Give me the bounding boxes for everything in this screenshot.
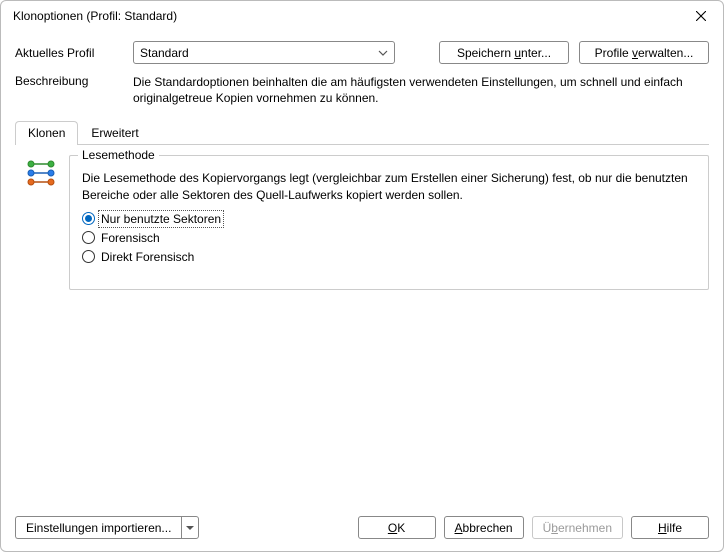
close-button[interactable] xyxy=(679,1,723,31)
import-settings-dropdown[interactable] xyxy=(181,516,199,539)
radio-direct-forensic-label: Direkt Forensisch xyxy=(99,249,196,265)
cancel-button-label: Abbrechen xyxy=(455,521,513,535)
help-button[interactable]: Hilfe xyxy=(631,516,709,539)
description-text: Die Standardoptionen beinhalten die am h… xyxy=(133,74,709,106)
radio-used-sectors[interactable]: Nur benutzte Sektoren xyxy=(82,211,696,227)
read-method-description: Die Lesemethode des Kopiervorgangs legt … xyxy=(82,170,696,202)
radio-forensic[interactable]: Forensisch xyxy=(82,230,696,246)
radio-used-sectors-label: Nur benutzte Sektoren xyxy=(99,211,223,227)
tab-advanced[interactable]: Erweitert xyxy=(78,121,151,145)
radio-forensic-label: Forensisch xyxy=(99,230,162,246)
ok-button[interactable]: OK xyxy=(358,516,436,539)
radio-indicator xyxy=(82,231,95,244)
titlebar: Klonoptionen (Profil: Standard) xyxy=(1,1,723,31)
caret-down-icon xyxy=(186,526,194,530)
cancel-button[interactable]: Abbrechen xyxy=(444,516,524,539)
ok-button-label: OK xyxy=(388,521,405,535)
read-method-legend: Lesemethode xyxy=(78,148,159,162)
manage-profiles-button[interactable]: Profile verwalten... xyxy=(579,41,709,64)
window-title: Klonoptionen (Profil: Standard) xyxy=(13,9,679,23)
save-as-button-label: Speichern unter... xyxy=(457,46,551,60)
import-settings-split-button: Einstellungen importieren... xyxy=(15,516,199,539)
tab-panel-clone: Lesemethode Die Lesemethode des Kopiervo… xyxy=(15,145,709,485)
apply-button: Übernehmen xyxy=(532,516,623,539)
read-method-group: Lesemethode Die Lesemethode des Kopiervo… xyxy=(69,155,709,290)
import-settings-button[interactable]: Einstellungen importieren... xyxy=(15,516,181,539)
dialog-footer: Einstellungen importieren... OK Abbreche… xyxy=(15,516,709,539)
manage-profiles-button-label: Profile verwalten... xyxy=(595,46,694,60)
radio-direct-forensic[interactable]: Direkt Forensisch xyxy=(82,249,696,265)
current-profile-label: Aktuelles Profil xyxy=(15,46,123,60)
profile-select-value: Standard xyxy=(140,46,189,60)
help-button-label: Hilfe xyxy=(658,521,682,535)
import-settings-label: Einstellungen importieren... xyxy=(26,521,171,535)
close-icon xyxy=(696,11,706,21)
description-label: Beschreibung xyxy=(15,74,123,106)
save-as-button[interactable]: Speichern unter... xyxy=(439,41,569,64)
chevron-down-icon xyxy=(378,50,388,56)
tab-bar: Klonen Erweitert xyxy=(15,120,709,145)
radio-indicator xyxy=(82,250,95,263)
profile-select[interactable]: Standard xyxy=(133,41,395,64)
apply-button-label: Übernehmen xyxy=(543,521,612,535)
radio-indicator xyxy=(82,212,95,225)
clone-graph-icon xyxy=(25,159,57,187)
tab-clone[interactable]: Klonen xyxy=(15,121,78,145)
